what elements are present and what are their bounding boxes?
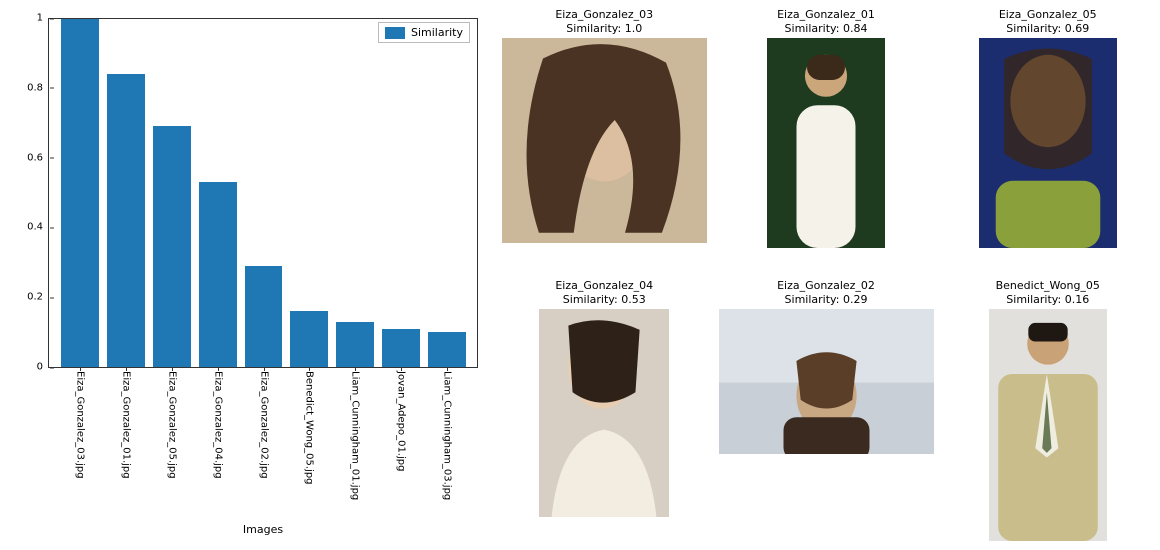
- thumbnail-cell: Eiza_Gonzalez_02 Similarity: 0.29: [719, 279, 934, 542]
- y-tick-label: 0.6: [27, 152, 43, 163]
- thumbnail-cell: Eiza_Gonzalez_01 Similarity: 0.84: [719, 8, 934, 271]
- thumbnail-label: Eiza_Gonzalez_02: [777, 279, 875, 292]
- x-tick-label: Liam_Cunningham_01.jpg: [350, 371, 361, 500]
- bar: Eiza_Gonzalez_04.jpg: [199, 182, 237, 367]
- thumbnail-image: [989, 309, 1107, 541]
- thumbnail-cell: Eiza_Gonzalez_03 Similarity: 1.0: [500, 8, 709, 271]
- bar: Jovan_Adepo_01.jpg: [382, 329, 420, 367]
- thumbnail-title: Eiza_Gonzalez_04 Similarity: 0.53: [555, 279, 653, 307]
- y-tick: 0.6: [27, 152, 49, 163]
- thumbnail-title: Eiza_Gonzalez_01 Similarity: 0.84: [777, 8, 875, 36]
- thumbnail-grid: Eiza_Gonzalez_03 Similarity: 1.0 Eiza_Go…: [488, 8, 1152, 542]
- thumbnail-label: Eiza_Gonzalez_05: [999, 8, 1097, 21]
- thumbnail-image: [767, 38, 885, 248]
- thumbnail-label: Eiza_Gonzalez_03: [555, 8, 653, 21]
- bars-container: Eiza_Gonzalez_03.jpg Eiza_Gonzalez_01.jp…: [49, 18, 478, 367]
- bar: Eiza_Gonzalez_03.jpg: [61, 18, 99, 367]
- thumbnail-title: Eiza_Gonzalez_03 Similarity: 1.0: [555, 8, 653, 36]
- thumbnail-image: [539, 309, 669, 517]
- y-tick: 0.8: [27, 82, 49, 93]
- bar: Eiza_Gonzalez_01.jpg: [107, 74, 145, 367]
- thumbnail-label: Benedict_Wong_05: [996, 279, 1100, 292]
- thumbnail-title: Eiza_Gonzalez_02 Similarity: 0.29: [777, 279, 875, 307]
- bar: Benedict_Wong_05.jpg: [290, 311, 328, 367]
- thumbnail-similarity: 0.84: [843, 22, 868, 35]
- x-tick-label: Eiza_Gonzalez_04.jpg: [212, 371, 223, 479]
- y-tick: 0: [37, 362, 49, 373]
- bar: Eiza_Gonzalez_05.jpg: [153, 126, 191, 367]
- x-tick-label: Liam_Cunningham_03.jpg: [442, 371, 453, 500]
- chart-plot-area: Similarity 0 0.2 0.4 0.6 0.8 1 Eiza_Gonz…: [48, 18, 478, 368]
- bar: Liam_Cunningham_01.jpg: [336, 322, 374, 367]
- x-axis-label: Images: [48, 523, 478, 536]
- y-tick-label: 0.4: [27, 222, 43, 233]
- x-tick-label: Eiza_Gonzalez_05.jpg: [166, 371, 177, 479]
- y-tick: 0.2: [27, 292, 49, 303]
- similarity-bar-chart: Similarity 0 0.2 0.4 0.6 0.8 1 Eiza_Gonz…: [8, 8, 488, 542]
- y-tick-label: 0.8: [27, 82, 43, 93]
- thumbnail-label: Eiza_Gonzalez_01: [777, 8, 875, 21]
- thumbnail-similarity: 0.53: [621, 293, 646, 306]
- x-tick-label: Jovan_Adepo_01.jpg: [396, 371, 407, 471]
- y-tick-label: 0.2: [27, 292, 43, 303]
- thumbnail-similarity: 0.69: [1065, 22, 1090, 35]
- y-tick: 0.4: [27, 222, 49, 233]
- x-tick-label: Benedict_Wong_05.jpg: [304, 371, 315, 485]
- y-tick-label: 0: [37, 362, 43, 373]
- bar: Liam_Cunningham_03.jpg: [428, 332, 466, 367]
- y-tick-label: 1: [37, 13, 43, 24]
- y-tick: 1: [37, 13, 49, 24]
- thumbnail-similarity: 0.16: [1065, 293, 1090, 306]
- thumbnail-similarity: 0.29: [843, 293, 868, 306]
- thumbnail-label: Eiza_Gonzalez_04: [555, 279, 653, 292]
- thumbnail-image: [502, 38, 707, 243]
- thumbnail-cell: Eiza_Gonzalez_05 Similarity: 0.69: [944, 8, 1153, 271]
- thumbnail-cell: Benedict_Wong_05 Similarity: 0.16: [944, 279, 1153, 542]
- thumbnail-title: Benedict_Wong_05 Similarity: 0.16: [996, 279, 1100, 307]
- thumbnail-title: Eiza_Gonzalez_05 Similarity: 0.69: [999, 8, 1097, 36]
- x-tick-label: Eiza_Gonzalez_01.jpg: [120, 371, 131, 479]
- thumbnail-image: [719, 309, 934, 454]
- bar: Eiza_Gonzalez_02.jpg: [245, 266, 283, 367]
- x-tick-label: Eiza_Gonzalez_03.jpg: [74, 371, 85, 479]
- thumbnail-cell: Eiza_Gonzalez_04 Similarity: 0.53: [500, 279, 709, 542]
- x-tick-label: Eiza_Gonzalez_02.jpg: [258, 371, 269, 479]
- thumbnail-similarity: 1.0: [625, 22, 643, 35]
- thumbnail-image: [979, 38, 1117, 248]
